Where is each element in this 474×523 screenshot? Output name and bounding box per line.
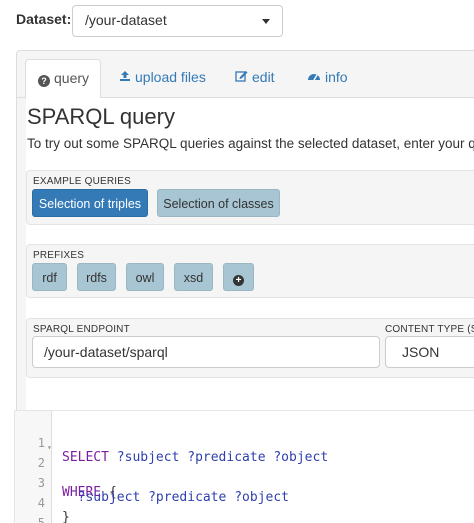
tab-bar: ? query upload files edit info [17, 51, 474, 99]
example-selection-of-classes-button[interactable]: Selection of classes [157, 189, 280, 217]
prefix-owl-button[interactable]: owl [126, 263, 164, 291]
caret-down-icon [262, 19, 270, 24]
prefix-rdfs-button[interactable]: rdfs [77, 263, 116, 291]
prefix-rdf-button[interactable]: rdf [32, 263, 67, 291]
prefix-xsd-button[interactable]: xsd [174, 263, 213, 291]
content-type-select[interactable]: JSON [385, 336, 474, 368]
tab-info[interactable]: info [295, 59, 360, 99]
prefixes-label: PREFIXES [33, 250, 85, 261]
dataset-select-value: /your-dataset [85, 12, 167, 28]
sparql-endpoint-input[interactable]: /your-dataset/sparql [32, 336, 380, 368]
code-line: ?subject ?predicate ?object [77, 490, 290, 505]
tab-info-label: info [325, 69, 348, 85]
code-line: SELECT ?subject ?predicate ?object [62, 450, 329, 465]
prefixes-well: PREFIXES rdf rdfs owl xsd + [26, 244, 474, 298]
example-selection-of-triples-button[interactable]: Selection of triples [32, 189, 148, 217]
line-number: 5 [37, 516, 45, 523]
code-line: } [62, 510, 70, 523]
example-queries-well: EXAMPLE QUERIES Selection of triples Sel… [26, 170, 474, 225]
editor-line: 4 } [15, 478, 70, 523]
sparql-endpoint-label: SPARQL ENDPOINT [33, 324, 130, 335]
content-type-label: CONTENT TYPE (SE [385, 324, 474, 335]
question-circle-icon: ? [38, 75, 50, 87]
page-title: SPARQL query [27, 104, 175, 129]
dashboard-icon [307, 69, 321, 85]
tab-query[interactable]: ? query [25, 59, 101, 99]
dataset-select[interactable]: /your-dataset [72, 5, 283, 37]
tab-upload-files[interactable]: upload files [107, 59, 218, 99]
tab-edit[interactable]: edit [223, 59, 287, 99]
plus-circle-icon: + [233, 275, 244, 286]
tab-upload-label: upload files [135, 69, 206, 85]
editor-line: 2 ▾ WHERE { [15, 438, 117, 500]
upload-icon [119, 69, 131, 85]
example-queries-label: EXAMPLE QUERIES [33, 176, 132, 187]
fold-arrow-icon[interactable]: ▾ [47, 438, 52, 458]
tab-edit-label: edit [252, 69, 275, 85]
tab-query-label: query [54, 70, 90, 86]
editor-line: 5 LIMIT 25 [15, 498, 46, 523]
editor-line: 3 ?subject ?predicate ?object [15, 458, 289, 505]
endpoint-well: SPARQL ENDPOINT /your-dataset/sparql CON… [26, 318, 474, 378]
editor-line: 1 SELECT ?subject ?predicate ?object [15, 418, 328, 465]
edit-icon [235, 69, 248, 85]
sparql-query-editor[interactable]: 1 SELECT ?subject ?predicate ?object 2 ▾… [14, 410, 474, 523]
add-prefix-button[interactable]: + [223, 263, 254, 291]
intro-text: To try out some SPARQL queries against t… [27, 136, 474, 151]
dataset-label: Dataset: [16, 11, 72, 27]
